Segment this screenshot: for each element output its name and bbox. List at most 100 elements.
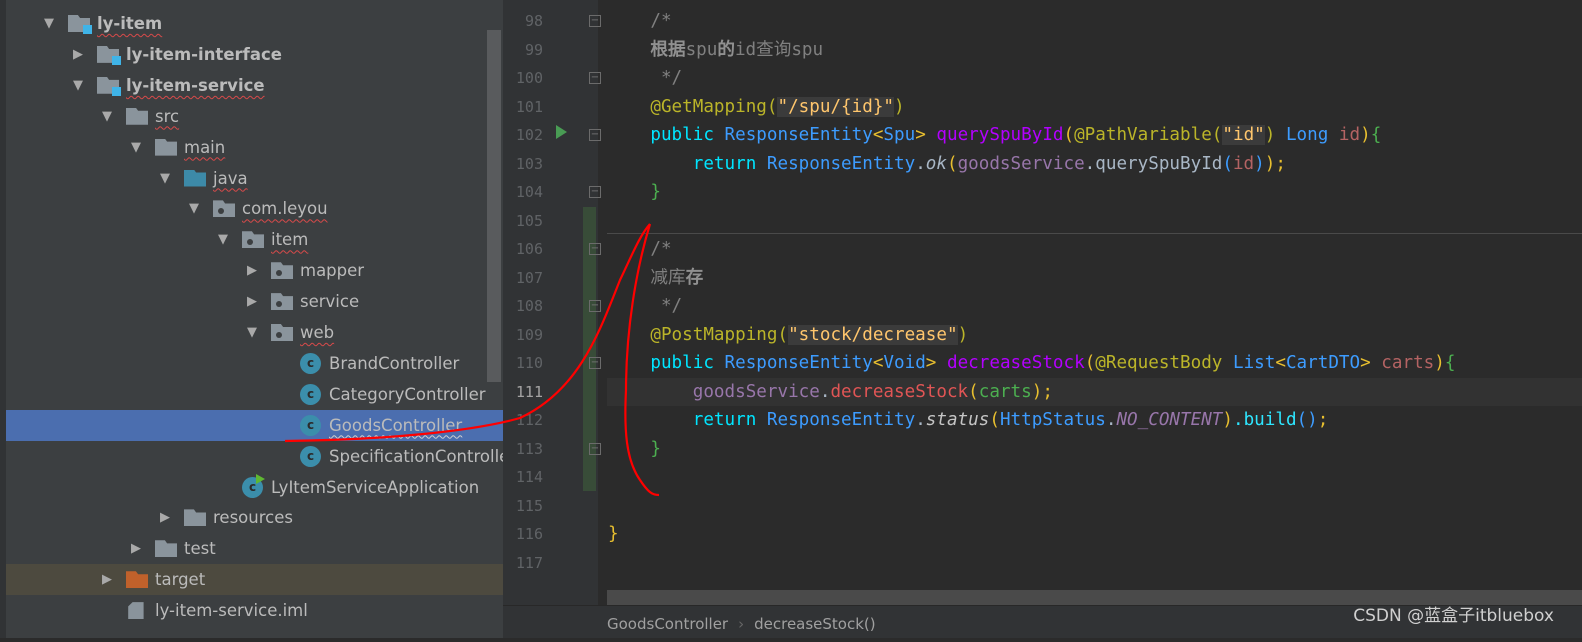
fold-marker-icon[interactable]: − [589, 300, 601, 312]
project-tree[interactable]: ▼ ly-item ▶ ly-item-interface ▼ ly-item-servi… [0, 0, 503, 638]
expand-arrow-closed-icon[interactable]: ▶ [160, 502, 170, 533]
source-folder-icon [184, 169, 206, 187]
line-number: 114 [515, 468, 543, 486]
tree-item[interactable]: ▼ java [6, 163, 503, 194]
code-token: ok [925, 153, 947, 174]
tree-item[interactable]: c SpecificationControlle [6, 441, 503, 472]
code-token: ResponseEntity [724, 125, 873, 145]
fold-marker-icon[interactable]: − [589, 243, 601, 255]
code-token: ( [989, 410, 1000, 430]
code-line[interactable]: /* [607, 235, 1582, 264]
tree-item[interactable]: ▶ mapper [6, 255, 503, 286]
run-gutter-icon[interactable] [556, 125, 567, 139]
breadcrumb-item-method[interactable]: decreaseStock() [754, 615, 876, 633]
line-number: 115 [515, 496, 543, 515]
package-icon [213, 200, 235, 218]
expand-arrow-open-icon[interactable]: ▼ [160, 163, 170, 194]
code-token: > [1360, 353, 1382, 373]
code-line[interactable]: public ResponseEntity<Void> decreaseStoc… [607, 349, 1582, 378]
tree-item[interactable]: ▶ service [6, 286, 503, 317]
package-icon [271, 262, 293, 280]
tree-item[interactable]: ▼ com.leyou [6, 193, 503, 224]
tree-item[interactable]: ▶ target [6, 564, 503, 596]
expand-arrow-open-icon[interactable]: ▼ [73, 70, 83, 101]
code-line[interactable]: */ [607, 292, 1582, 321]
tree-item[interactable]: ▶ test [6, 533, 503, 564]
code-token: } [608, 182, 661, 202]
tree-item[interactable]: ▼ src [6, 101, 503, 132]
tree-item-label: CategoryController [329, 384, 486, 404]
expand-arrow-closed-icon[interactable]: ▶ [131, 533, 141, 564]
expand-arrow-closed-icon[interactable]: ▶ [247, 255, 257, 286]
line-number: 104 [515, 183, 543, 201]
line-number: 106 [515, 240, 543, 258]
breadcrumb-item-class[interactable]: GoodsController [607, 615, 728, 633]
expand-arrow-closed-icon[interactable]: ▶ [73, 39, 83, 70]
code-token: { [1444, 353, 1456, 373]
code-line[interactable] [607, 549, 1582, 578]
tree-item[interactable]: ▼ item [6, 224, 503, 255]
code-token: ; [1275, 153, 1286, 174]
code-token: ) [1264, 153, 1276, 174]
resources-folder-icon [184, 509, 206, 527]
fold-marker-icon[interactable]: − [589, 186, 601, 198]
tree-item[interactable]: ly-item-service.iml [6, 595, 503, 626]
code-line[interactable]: } [607, 435, 1582, 464]
expand-arrow-open-icon[interactable]: ▼ [44, 8, 54, 39]
fold-marker-icon[interactable]: − [589, 15, 601, 27]
expand-arrow-open-icon[interactable]: ▼ [131, 132, 141, 163]
code-token: < [872, 125, 884, 145]
tree-item[interactable]: ▼ ly-item [6, 8, 503, 39]
code-token: goodsService [957, 153, 1085, 174]
code-token: ) [1434, 353, 1445, 373]
code-line[interactable]: } [607, 178, 1582, 207]
code-line[interactable]: @PostMapping("stock/decrease") [607, 321, 1582, 350]
code-editor[interactable]: /* 根据spu的id查询spu */ @GetMapping("/spu/{i… [607, 0, 1582, 597]
code-line[interactable]: goodsService.decreaseStock(carts); [607, 377, 1582, 406]
code-line[interactable]: 根据spu的id查询spu [607, 36, 1582, 65]
tree-item[interactable]: ▼ main [6, 132, 503, 163]
code-token: ResponseEntity [766, 153, 916, 174]
tree-item[interactable]: c BrandController [6, 348, 503, 379]
code-line[interactable]: /* [607, 7, 1582, 36]
code-token: 的 [717, 39, 735, 60]
project-tree-scrollbar[interactable] [487, 30, 501, 382]
tree-item[interactable]: ▶ ly-item-interface [6, 39, 503, 70]
line-number: 116 [515, 525, 543, 543]
tree-item[interactable]: ▶ resources [6, 502, 503, 533]
code-line[interactable] [607, 492, 1582, 521]
tree-item[interactable]: ▼ ly-item-service [6, 70, 503, 101]
code-line[interactable]: @GetMapping("/spu/{id}") [607, 93, 1582, 122]
expand-arrow-open-icon[interactable]: ▼ [218, 224, 228, 255]
code-token: /* [608, 11, 672, 31]
code-token: return [608, 410, 767, 430]
tree-item[interactable]: c CategoryController [6, 379, 503, 410]
fold-marker-icon[interactable]: − [589, 357, 601, 369]
expand-arrow-closed-icon[interactable]: ▶ [247, 286, 257, 317]
expand-arrow-closed-icon[interactable]: ▶ [102, 564, 112, 595]
tree-item-label: SpecificationControlle [329, 446, 503, 466]
code-line[interactable]: 减库存 [607, 264, 1582, 293]
fold-marker-icon[interactable]: − [589, 129, 601, 141]
code-line[interactable]: return ResponseEntity.ok(goodsService.qu… [607, 150, 1582, 179]
code-token: "stock/decrease" [788, 324, 958, 345]
fold-marker-icon[interactable]: − [589, 72, 601, 84]
expand-arrow-open-icon[interactable]: ▼ [189, 193, 199, 224]
code-line[interactable]: } [607, 520, 1582, 549]
code-line[interactable]: */ [607, 64, 1582, 93]
fold-marker-icon[interactable]: − [589, 442, 601, 455]
code-token: querySpuById [936, 125, 1064, 145]
code-line[interactable]: public ResponseEntity<Spu> querySpuById(… [607, 121, 1582, 150]
code-line[interactable]: return ResponseEntity.status(HttpStatus.… [607, 406, 1582, 435]
expand-arrow-open-icon[interactable]: ▼ [102, 101, 112, 132]
tree-item[interactable]: c LyItemServiceApplication [6, 472, 503, 503]
tree-item[interactable]: ▼ web [6, 317, 503, 348]
code-token: HttpStatus [999, 410, 1106, 430]
code-line[interactable] [607, 207, 1582, 236]
code-line[interactable] [607, 463, 1582, 492]
tree-item-label: BrandController [329, 353, 460, 373]
package-icon [271, 324, 293, 341]
code-token: } [608, 438, 661, 459]
expand-arrow-open-icon[interactable]: ▼ [247, 317, 257, 348]
tree-item[interactable]: c GoodsController [6, 409, 503, 441]
